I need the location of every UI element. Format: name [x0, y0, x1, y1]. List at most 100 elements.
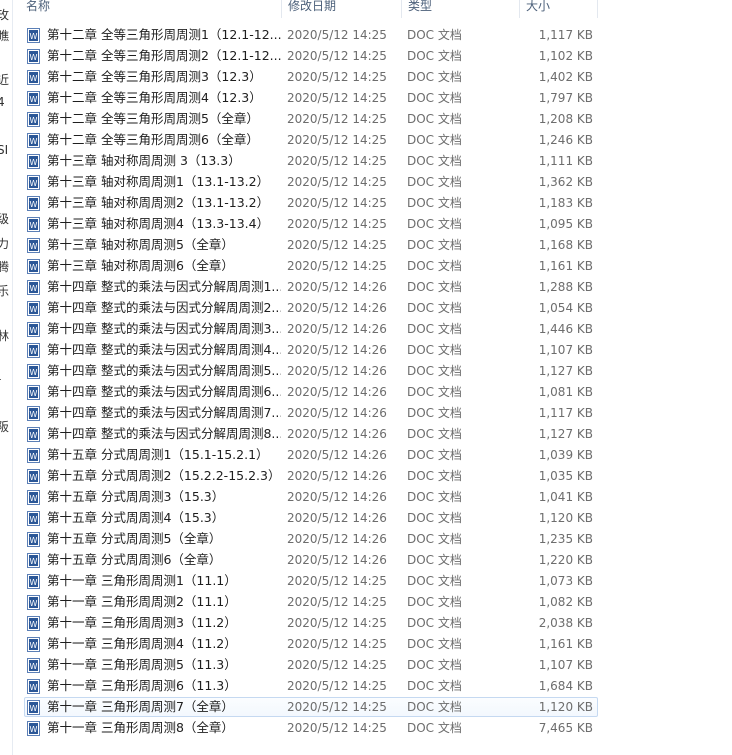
svg-text:W: W: [30, 179, 38, 188]
svg-text:W: W: [30, 410, 38, 419]
word-document-icon: W: [27, 343, 40, 358]
file-row[interactable]: W 第十五章 分式周周测6（全章） 2020/5/12 14:26 DOC 文档 1,2…: [24, 550, 598, 570]
file-size: 1,095 KB: [538, 217, 593, 231]
file-row[interactable]: W 第十四章 整式的乘法与因式分解周周测4... 2020/5/12 14:26 DO…: [24, 340, 598, 360]
column-header-date[interactable]: 修改日期: [282, 0, 402, 18]
file-row[interactable]: W 第十一章 三角形周周测5（11.3） 2020/5/12 14:25 DOC 文档…: [24, 655, 598, 675]
nav-item-fragment[interactable]: 级: [0, 210, 12, 227]
word-document-icon: W: [27, 301, 40, 316]
file-size: 1,220 KB: [538, 553, 593, 567]
svg-text:W: W: [30, 200, 38, 209]
word-document-icon: W: [27, 364, 40, 379]
file-modified-date: 2020/5/12 14:26: [287, 385, 387, 399]
file-modified-date: 2020/5/12 14:25: [287, 91, 387, 105]
navigation-pane[interactable]: 玫瞧近 4 SI 级力腾乐林 - 阪: [0, 0, 13, 755]
nav-item-fragment[interactable]: -: [0, 372, 12, 386]
word-document-icon: W: [27, 91, 40, 106]
nav-item-fragment[interactable]: 乐: [0, 282, 12, 299]
word-document-icon: W: [27, 532, 40, 547]
nav-item-fragment[interactable]: 近: [0, 71, 12, 88]
file-type: DOC 文档: [407, 511, 462, 525]
file-name: 第十二章 全等三角形周周测6（全章）: [47, 132, 259, 147]
file-row[interactable]: W 第十五章 分式周周测2（15.2.2-15.2.3） 2020/5/12 14:…: [24, 466, 598, 486]
file-row[interactable]: W 第十三章 轴对称周周测2（13.1-13.2） 2020/5/12 14:25 D…: [24, 193, 598, 213]
file-list[interactable]: 名称 修改日期 类型 大小 W 第十二章 全等三角形周周测1（12.1-12...…: [16, 0, 732, 755]
nav-item-fragment[interactable]: 腾: [0, 258, 12, 275]
file-row[interactable]: W 第十四章 整式的乘法与因式分解周周测8... 2020/5/12 14:26 DO…: [24, 424, 598, 444]
word-document-icon: W: [27, 28, 40, 43]
file-row[interactable]: W 第十一章 三角形周周测6（11.3） 2020/5/12 14:25 DOC 文档…: [24, 676, 598, 696]
file-type: DOC 文档: [407, 280, 462, 294]
file-type: DOC 文档: [407, 532, 462, 546]
file-type: DOC 文档: [407, 154, 462, 168]
file-name: 第十三章 轴对称周周测6（全章）: [47, 258, 234, 273]
file-modified-date: 2020/5/12 14:25: [287, 217, 387, 231]
file-row[interactable]: W 第十二章 全等三角形周周测5（全章） 2020/5/12 14:25 DOC 文档…: [24, 109, 598, 129]
file-row[interactable]: W 第十四章 整式的乘法与因式分解周周测2... 2020/5/12 14:26 DO…: [24, 298, 598, 318]
word-document-icon: W: [27, 553, 40, 568]
file-type: DOC 文档: [407, 322, 462, 336]
file-row[interactable]: W 第十五章 分式周周测5（全章） 2020/5/12 14:26 DOC 文档 1,2…: [24, 529, 598, 549]
word-document-icon: W: [27, 196, 40, 211]
file-size: 1,120 KB: [538, 511, 593, 525]
svg-text:W: W: [30, 536, 38, 545]
file-name: 第十五章 分式周周测3（15.3）: [47, 489, 225, 504]
file-modified-date: 2020/5/12 14:25: [287, 637, 387, 651]
word-document-icon: W: [27, 154, 40, 169]
file-row[interactable]: W 第十二章 全等三角形周周测2（12.1-12.... 2020/5/12 14:…: [24, 46, 598, 66]
file-row[interactable]: W 第十三章 轴对称周周测6（全章） 2020/5/12 14:25 DOC 文档 1,…: [24, 256, 598, 276]
column-header-size[interactable]: 大小: [520, 0, 598, 18]
file-row[interactable]: W 第十三章 轴对称周周测5（全章） 2020/5/12 14:25 DOC 文档 1,…: [24, 235, 598, 255]
file-row[interactable]: W 第十三章 轴对称周周测1（13.1-13.2） 2020/5/12 14:25 D…: [24, 172, 598, 192]
file-row[interactable]: W 第十二章 全等三角形周周测3（12.3） 2020/5/12 14:25 DOC …: [24, 67, 598, 87]
file-row[interactable]: W 第十五章 分式周周测4（15.3） 2020/5/12 14:26 DOC 文档 1…: [24, 508, 598, 528]
file-row[interactable]: W 第十一章 三角形周周测7（全章） 2020/5/12 14:25 DOC 文档 1,…: [24, 697, 598, 717]
nav-item-fragment[interactable]: 玫: [0, 6, 12, 23]
file-row[interactable]: W 第十五章 分式周周测1（15.1-15.2.1） 2020/5/12 14:26…: [24, 445, 598, 465]
file-type: DOC 文档: [407, 385, 462, 399]
file-row[interactable]: W 第十三章 轴对称周周测 3（13.3） 2020/5/12 14:25 DOC 文…: [24, 151, 598, 171]
file-row[interactable]: W 第十一章 三角形周周测4（11.2） 2020/5/12 14:25 DOC 文档…: [24, 634, 598, 654]
file-row[interactable]: W 第十四章 整式的乘法与因式分解周周测1... 2020/5/12 14:26 DO…: [24, 277, 598, 297]
word-document-icon: W: [27, 448, 40, 463]
file-size: 1,208 KB: [538, 112, 593, 126]
nav-item-fragment[interactable]: 力: [0, 235, 12, 252]
file-name: 第十一章 三角形周周测2（11.1）: [47, 594, 237, 609]
file-row[interactable]: W 第十四章 整式的乘法与因式分解周周测5... 2020/5/12 14:26 DO…: [24, 361, 598, 381]
file-size: 1,041 KB: [538, 490, 593, 504]
file-type: DOC 文档: [407, 28, 462, 42]
nav-item-fragment[interactable]: SI: [0, 143, 12, 157]
nav-item-fragment[interactable]: 瞧: [0, 27, 12, 44]
file-size: 1,684 KB: [538, 679, 593, 693]
file-modified-date: 2020/5/12 14:25: [287, 154, 387, 168]
column-header-name[interactable]: 名称: [20, 0, 282, 18]
file-type: DOC 文档: [407, 259, 462, 273]
file-row[interactable]: W 第十一章 三角形周周测2（11.1） 2020/5/12 14:25 DOC 文档…: [24, 592, 598, 612]
file-size: 1,117 KB: [538, 28, 593, 42]
file-row[interactable]: W 第十一章 三角形周周测3（11.2） 2020/5/12 14:25 DOC 文档…: [24, 613, 598, 633]
file-modified-date: 2020/5/12 14:25: [287, 133, 387, 147]
svg-text:W: W: [30, 32, 38, 41]
column-header-type[interactable]: 类型: [402, 0, 520, 18]
file-name: 第十三章 轴对称周周测1（13.1-13.2）: [47, 174, 270, 189]
file-modified-date: 2020/5/12 14:26: [287, 406, 387, 420]
file-row[interactable]: W 第十二章 全等三角形周周测6（全章） 2020/5/12 14:25 DOC 文档…: [24, 130, 598, 150]
file-row[interactable]: W 第十三章 轴对称周周测4（13.3-13.4） 2020/5/12 14:25 D…: [24, 214, 598, 234]
file-row[interactable]: W 第十四章 整式的乘法与因式分解周周测7... 2020/5/12 14:26 DO…: [24, 403, 598, 423]
file-row[interactable]: W 第十四章 整式的乘法与因式分解周周测3... 2020/5/12 14:26 DO…: [24, 319, 598, 339]
file-row[interactable]: W 第十一章 三角形周周测1（11.1） 2020/5/12 14:25 DOC 文档…: [24, 571, 598, 591]
file-row[interactable]: W 第十一章 三角形周周测8（全章） 2020/5/12 14:25 DOC 文档 7,…: [24, 718, 598, 738]
nav-item-fragment[interactable]: 林: [0, 327, 12, 344]
file-row[interactable]: W 第十二章 全等三角形周周测4（12.3） 2020/5/12 14:25 DOC …: [24, 88, 598, 108]
svg-text:W: W: [30, 725, 38, 734]
nav-item-fragment[interactable]: 阪: [0, 418, 12, 435]
file-type: DOC 文档: [407, 721, 462, 735]
file-row[interactable]: W 第十四章 整式的乘法与因式分解周周测6... 2020/5/12 14:26 DO…: [24, 382, 598, 402]
file-type: DOC 文档: [407, 700, 462, 714]
file-modified-date: 2020/5/12 14:26: [287, 469, 387, 483]
file-row[interactable]: W 第十二章 全等三角形周周测1（12.1-12.... 2020/5/12 14:…: [24, 25, 598, 45]
nav-item-fragment[interactable]: 4: [0, 95, 12, 109]
file-row[interactable]: W 第十五章 分式周周测3（15.3） 2020/5/12 14:26 DOC 文档 1…: [24, 487, 598, 507]
file-type: DOC 文档: [407, 133, 462, 147]
file-size: 1,446 KB: [538, 322, 593, 336]
